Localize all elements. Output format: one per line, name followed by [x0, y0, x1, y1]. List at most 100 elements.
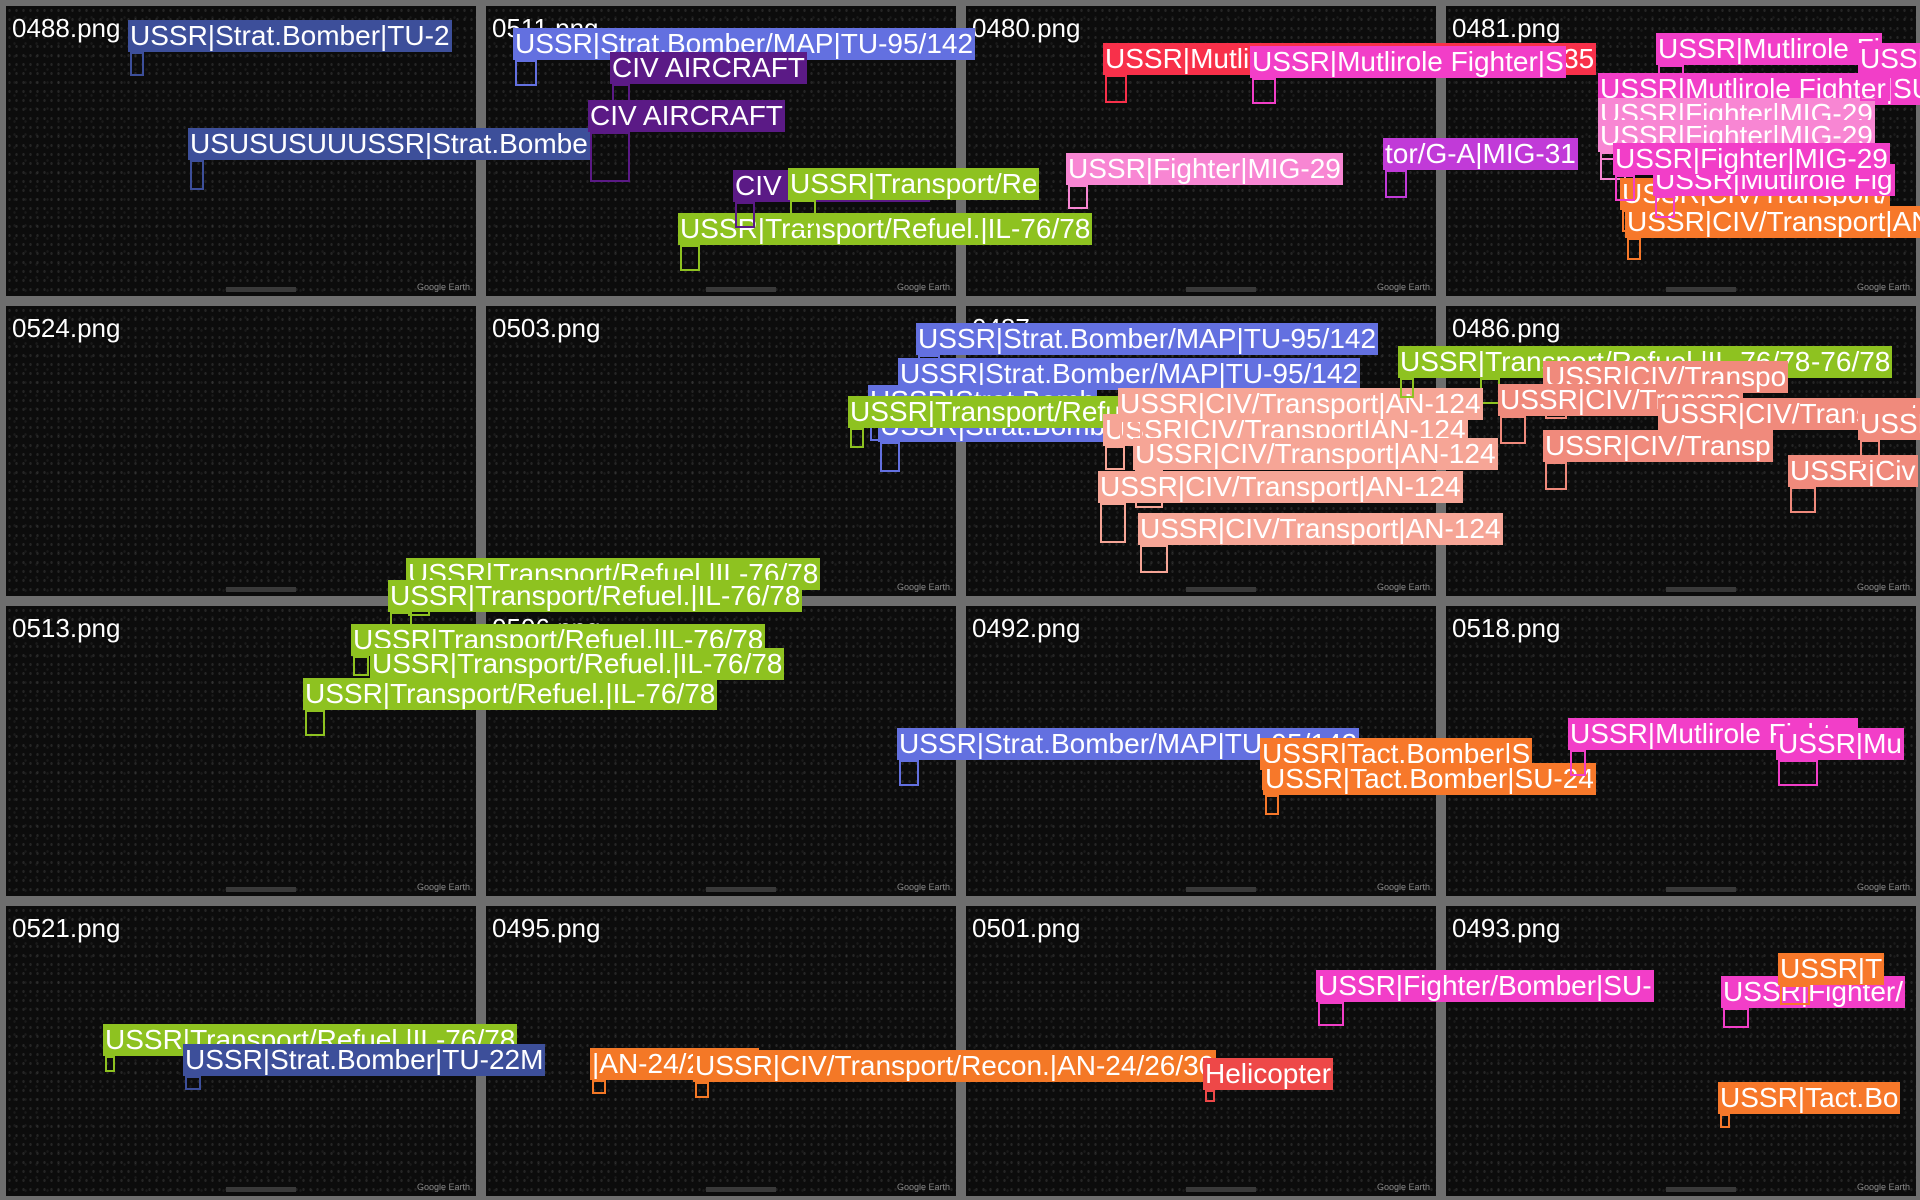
satellite-image — [6, 306, 476, 596]
detection-annotation: USSR|CIV/Transport|AN-124 — [1103, 414, 1468, 470]
detection-annotation: Helicopter — [1203, 1058, 1334, 1102]
tile-filename: 0503.png — [492, 313, 601, 343]
image-meta-strip — [1186, 587, 1256, 592]
detection-label: USSR|Strat.Bomber|TU-2 — [128, 20, 452, 52]
tile-filename: 0501.png — [972, 913, 1081, 943]
detection-label: USSR|Civ — [1788, 455, 1918, 487]
detection-annotation: USSR|Tact.Bo — [1718, 1082, 1901, 1128]
bounding-box — [1780, 985, 1810, 1005]
detection-annotation: USSR|Transport/Refuel.|IL-76/78 — [848, 396, 1263, 448]
detection-annotation: USSR|Transport/Refuel.|IL-76/78 — [303, 678, 718, 736]
bounding-box — [592, 1080, 606, 1094]
detection-label: USSR|Mutlirole Fi — [1656, 33, 1882, 65]
bounding-box — [353, 656, 369, 676]
detection-annotation: USSR|CIV/Transport|AN-124 — [1118, 388, 1483, 446]
bounding-box — [880, 442, 900, 472]
bounding-box — [1205, 1090, 1215, 1102]
tile-filename: 0521.png — [12, 913, 121, 943]
detection-label: USSR|Mutlirole Fighter|S — [1250, 46, 1566, 78]
detection-annotation: USSR|Transport/Refuel.|IL-76/78 — [1398, 346, 1813, 398]
bounding-box — [1100, 503, 1126, 543]
detection-label: USSR|Strat.Bomber|TU-22M — [183, 1044, 546, 1076]
image-meta-strip — [706, 287, 776, 292]
bounding-box — [1068, 185, 1088, 209]
detection-annotation: USSR|Transport/Re — [788, 168, 1040, 230]
bounding-box — [1120, 420, 1142, 446]
detection-annotation: USSR|Transport/Refuel.|IL-76/78 — [351, 624, 766, 676]
detection-annotation: USSR|Mutlirole Fighter|SU-27/30/33/35 — [1103, 43, 1597, 103]
tile-filename: 0488.png — [12, 13, 121, 43]
tile-filename: 0481.png — [1452, 13, 1561, 43]
detection-label: CIV AIRCRAFT — [610, 52, 807, 84]
detection-label: USSR|Fighter|MIG-29 — [1066, 153, 1343, 185]
detection-annotation: CIV AIRCRAFT — [733, 170, 930, 228]
image-credit: Google Earth — [1376, 582, 1430, 592]
image-credit: Google Earth — [1376, 282, 1430, 292]
bounding-box — [1790, 487, 1816, 513]
bounding-box — [1265, 795, 1279, 815]
detection-annotation: USSR|Fighter|MIG-29 — [1066, 153, 1343, 209]
detection-annotation: USSR|Mu — [1776, 728, 1904, 786]
detection-label: USSR|CIV/Transport|AN-124 — [1138, 513, 1503, 545]
bounding-box — [735, 202, 755, 228]
bounding-box — [1252, 78, 1276, 104]
detection-annotation: USSR|Transport/Refuel.|IL-76/78 — [103, 1024, 518, 1072]
bounding-box — [105, 1056, 115, 1072]
image-meta-strip — [1666, 1187, 1736, 1192]
detection-label: USSR|CIV/Transport|AN-124 — [1133, 438, 1498, 470]
detection-annotation: USSR|Strat.Bomber/MAP|TU-95/142 — [897, 728, 1360, 786]
tile-filename: 0492.png — [972, 613, 1081, 643]
image-credit: Google Earth — [1376, 882, 1430, 892]
detection-annotation: USSR|Mutlirole Fighter|S — [1250, 46, 1566, 104]
detection-annotation: USSR|Transport/Refuel.|IL-76/78 — [1478, 346, 1893, 404]
detection-annotation: USSR|CIV/Transp — [1543, 430, 1773, 490]
image-meta-strip — [706, 1187, 776, 1192]
bounding-box — [1570, 750, 1586, 776]
detection-annotation: USSR|CIV/Transport/Recon.|AN-24/26/30 — [693, 1050, 1217, 1098]
bounding-box — [1140, 545, 1168, 573]
bounding-box — [1480, 378, 1500, 404]
bounding-box — [305, 710, 325, 736]
detection-annotation: USSR|T — [1778, 953, 1885, 1005]
detection-annotation: tor/G-A|MIG-31 — [1383, 138, 1578, 198]
detection-annotation: USSR|Fighter/ — [1721, 976, 1905, 1028]
detection-label: USSR|Tact.Bo — [1718, 1082, 1901, 1114]
bounding-box — [1860, 440, 1880, 464]
detection-label: USSR|CIV/Transport|AN-124 — [1098, 471, 1463, 503]
detection-annotation: |AN-24/26/30 — [590, 1048, 759, 1094]
detection-annotation: USSR|CIV/Transport|AN-124 — [1138, 513, 1503, 573]
image-meta-strip — [226, 587, 296, 592]
bounding-box — [130, 52, 144, 76]
image-meta-strip — [1666, 587, 1736, 592]
bounding-box — [1615, 175, 1635, 201]
image-meta-strip — [1666, 287, 1736, 292]
detection-annotation: USSR|Strat.Bomber|TU-22M — [183, 1044, 546, 1090]
bounding-box — [1723, 1008, 1749, 1028]
detection-label: USSR|CIV/Transpo — [1858, 408, 1920, 440]
detection-annotation: USSR|Civ — [1788, 455, 1918, 513]
detection-label: USSR|Fighter/Bomber|SU- — [1316, 970, 1654, 1002]
detection-annotation: USSR|CIV/Transport|AN-124 — [1098, 471, 1463, 543]
detection-label: USSR|CIV/Transport|AN-124 — [1118, 388, 1483, 420]
bounding-box — [1545, 462, 1567, 490]
image-credit: Google Earth — [896, 282, 950, 292]
bounding-box — [1385, 170, 1407, 198]
image-credit: Google Earth — [416, 1182, 470, 1192]
image-meta-strip — [1186, 287, 1256, 292]
detection-annotation: USSR|Mutlirole Fighter|SU-27/30/33/35 — [1858, 43, 1920, 101]
bounding-box — [590, 132, 630, 182]
image-meta-strip — [226, 1187, 296, 1192]
tile-filename: 0486.png — [1452, 313, 1561, 343]
bounding-box — [790, 200, 816, 230]
image-credit: Google Earth — [1376, 1182, 1430, 1192]
detection-annotation: USSR|CIV/Transpo — [1498, 384, 1744, 444]
tile-filename: 0518.png — [1452, 613, 1561, 643]
image-credit: Google Earth — [896, 1182, 950, 1192]
detection-annotation: USSR|Tact.Bomber|SU-24 — [1263, 763, 1596, 815]
image-credit: Google Earth — [1856, 282, 1910, 292]
tile-filename: 0513.png — [12, 613, 121, 643]
detection-label: USSR|Transport/Refuel.|IL-76/78 — [388, 580, 803, 612]
bounding-box — [1105, 446, 1125, 470]
bounding-box — [1778, 760, 1818, 786]
detection-label: USSR|Transport/Refuel.|IL-76/78 — [303, 678, 718, 710]
